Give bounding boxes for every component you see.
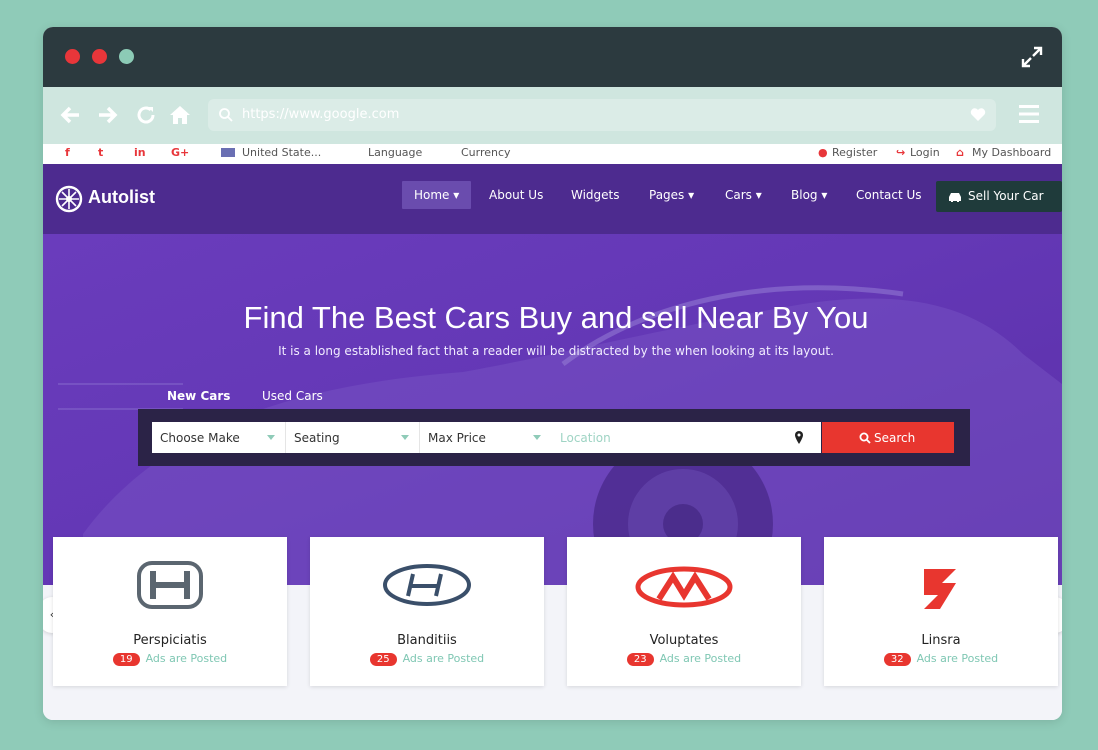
brand-meta: 25 Ads are Posted: [310, 652, 544, 666]
ads-label: Ads are Posted: [145, 652, 228, 665]
suzuki-logo-icon: [924, 569, 956, 609]
back-arrow-icon[interactable]: [59, 104, 81, 126]
top-info-strip: f t in G+ United State... Language Curre…: [43, 144, 1062, 164]
make-select[interactable]: Choose Make: [152, 422, 286, 453]
search-form: Choose Make Seating Max Price Location S…: [138, 409, 970, 466]
search-button-label: Search: [874, 431, 916, 445]
nav-pages-label: Pages: [649, 188, 685, 202]
home-icon[interactable]: [169, 104, 191, 126]
brand-card[interactable]: Blanditiis 25 Ads are Posted: [310, 537, 544, 686]
menu-icon[interactable]: [1019, 103, 1039, 125]
maximize-window-button[interactable]: [119, 49, 134, 64]
nav-blog-label: Blog: [791, 188, 818, 202]
brand-card[interactable]: Linsra 32 Ads are Posted: [824, 537, 1058, 686]
main-navbar: Autolist Home ▾ About Us Widgets Pages ▾…: [43, 164, 1062, 234]
search-icon: [859, 432, 871, 444]
nav-cars[interactable]: Cars ▾: [725, 188, 762, 202]
mahindra-logo-icon: [635, 566, 733, 608]
honda-logo-icon: [137, 561, 203, 609]
nav-pages[interactable]: Pages ▾: [649, 188, 694, 202]
max-price-select-label: Max Price: [428, 431, 486, 445]
chevron-down-icon: [267, 435, 275, 440]
brand-name: Blanditiis: [397, 633, 457, 648]
tab-new-cars[interactable]: New Cars: [167, 389, 230, 403]
dashboard-home-icon: ⌂: [956, 146, 964, 159]
flag-icon: [221, 148, 235, 157]
user-icon: ●: [818, 146, 828, 159]
window-titlebar: [43, 27, 1062, 87]
browser-window: https://www.google.com f t in G+ United …: [43, 27, 1062, 720]
url-text: https://www.google.com: [242, 107, 400, 122]
hyundai-logo-icon: [383, 564, 471, 606]
nav-cars-label: Cars: [725, 188, 752, 202]
google-plus-icon[interactable]: G+: [171, 146, 189, 159]
brand-name: Perspiciatis: [133, 633, 207, 648]
hero-title: Find The Best Cars Buy and sell Near By …: [243, 300, 869, 335]
login-icon: ↪: [896, 146, 906, 159]
hero-subtitle: It is a long established fact that a rea…: [278, 344, 834, 358]
ads-count-badge: 25: [369, 653, 397, 666]
ads-count-badge: 19: [112, 653, 140, 666]
nav-widgets[interactable]: Widgets: [571, 188, 620, 202]
forward-arrow-icon[interactable]: [97, 104, 119, 126]
ads-label: Ads are Posted: [402, 652, 485, 665]
location-input[interactable]: [551, 422, 821, 453]
search-icon: [219, 108, 233, 122]
minimize-window-button[interactable]: [92, 49, 107, 64]
brand-name: Autolist: [88, 187, 155, 207]
max-price-select[interactable]: Max Price: [420, 422, 552, 453]
twitter-icon[interactable]: t: [98, 146, 103, 159]
brand-card[interactable]: Voluptates 23 Ads are Posted: [567, 537, 801, 686]
ads-count-badge: 32: [883, 653, 911, 666]
search-button[interactable]: Search: [822, 422, 954, 453]
nav-home[interactable]: Home ▾: [402, 181, 472, 209]
brand-meta: 32 Ads are Posted: [824, 652, 1058, 666]
sell-your-car-label: Sell Your Car: [968, 189, 1044, 203]
nav-contact-us[interactable]: Contact Us: [856, 188, 922, 202]
brand-name: Linsra: [921, 633, 961, 648]
chevron-down-icon: [533, 435, 541, 440]
nav-about-us[interactable]: About Us: [489, 188, 543, 202]
brand-card[interactable]: Perspiciatis 19 Ads are Posted: [53, 537, 287, 686]
tab-used-cars[interactable]: Used Cars: [262, 389, 323, 403]
make-select-label: Choose Make: [160, 431, 240, 445]
linkedin-icon[interactable]: in: [134, 146, 146, 159]
seating-select-label: Seating: [294, 431, 340, 445]
brand-meta: 23 Ads are Posted: [567, 652, 801, 666]
seating-select[interactable]: Seating: [286, 422, 420, 453]
chevron-down-icon: [401, 435, 409, 440]
browser-toolbar: https://www.google.com: [43, 87, 1062, 144]
car-icon: [949, 193, 961, 202]
country-select[interactable]: United State...: [242, 146, 321, 159]
currency-select[interactable]: Currency: [461, 146, 511, 159]
facebook-icon[interactable]: f: [65, 146, 70, 159]
ads-label: Ads are Posted: [659, 652, 742, 665]
map-pin-icon: [795, 431, 803, 444]
dashboard-link[interactable]: My Dashboard: [972, 146, 1051, 159]
brand-meta: 19 Ads are Posted: [53, 652, 287, 666]
ads-label: Ads are Posted: [916, 652, 999, 665]
fullscreen-icon[interactable]: [1020, 45, 1044, 69]
address-bar[interactable]: https://www.google.com: [208, 99, 996, 131]
register-link[interactable]: Register: [832, 146, 877, 159]
hero-section: Find The Best Cars Buy and sell Near By …: [43, 234, 1062, 585]
close-window-button[interactable]: [65, 49, 80, 64]
reload-icon[interactable]: [135, 104, 157, 126]
nav-home-label: Home: [414, 188, 450, 202]
nav-blog[interactable]: Blog ▾: [791, 188, 827, 202]
brand-name: Voluptates: [649, 633, 719, 648]
login-link[interactable]: Login: [910, 146, 940, 159]
language-select[interactable]: Language: [368, 146, 422, 159]
wheel-logo-icon: [55, 185, 83, 213]
heart-icon[interactable]: [970, 108, 986, 122]
sell-your-car-button[interactable]: Sell Your Car: [936, 181, 1062, 212]
ads-count-badge: 23: [626, 653, 654, 666]
